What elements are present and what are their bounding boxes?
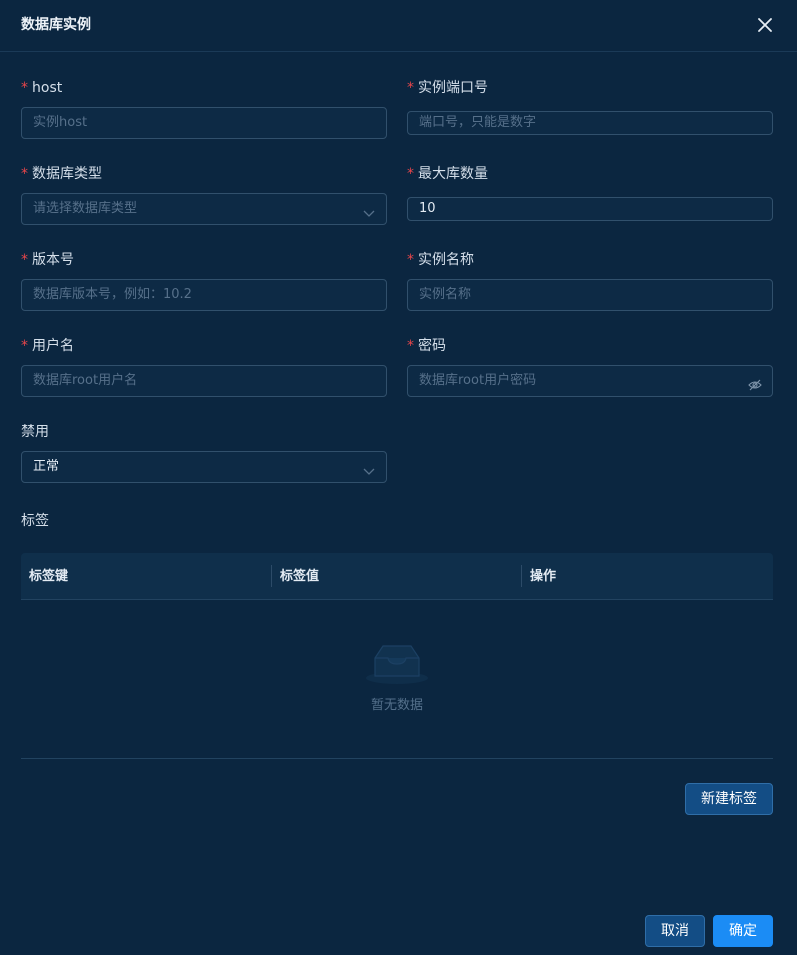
port-label: * 实例端口号 xyxy=(407,80,488,96)
tags-table-header: 标签键 标签值 操作 xyxy=(21,553,773,600)
disabled-label: 禁用 xyxy=(21,424,49,440)
cancel-button[interactable]: 取消 xyxy=(645,915,705,947)
inbox-icon xyxy=(364,640,430,686)
instance-name-placeholder: 实例名称 xyxy=(419,287,472,302)
confirm-button[interactable]: 确定 xyxy=(713,915,773,947)
dialog-title: 数据库实例 xyxy=(21,17,91,33)
password-input[interactable]: 数据库root用户密码 xyxy=(407,365,773,397)
db-type-placeholder: 请选择数据库类型 xyxy=(33,201,138,216)
password-placeholder: 数据库root用户密码 xyxy=(419,373,537,388)
db-type-label: * 数据库类型 xyxy=(21,166,102,182)
chevron-down-icon xyxy=(362,202,376,217)
instance-name-input[interactable]: 实例名称 xyxy=(407,279,773,311)
eye-off-icon[interactable] xyxy=(748,374,762,391)
host-label: * host xyxy=(21,80,63,96)
max-db-label: * 最大库数量 xyxy=(407,166,488,182)
dialog-header: 数据库实例 xyxy=(0,0,797,52)
disabled-select[interactable]: 正常 xyxy=(21,451,387,483)
column-header-key: 标签键 xyxy=(29,569,69,584)
close-icon[interactable] xyxy=(754,14,776,36)
username-placeholder: 数据库root用户名 xyxy=(33,373,138,388)
column-divider xyxy=(521,565,522,587)
version-label: * 版本号 xyxy=(21,252,74,268)
db-type-select[interactable]: 请选择数据库类型 xyxy=(21,193,387,225)
username-input[interactable]: 数据库root用户名 xyxy=(21,365,387,397)
version-input[interactable]: 数据库版本号，例如：10.2 xyxy=(21,279,387,311)
tags-label: 标签 xyxy=(21,513,49,529)
port-placeholder: 端口号，只能是数字 xyxy=(419,115,537,130)
add-tag-button[interactable]: 新建标签 xyxy=(685,783,773,815)
column-divider xyxy=(271,565,272,587)
disabled-value: 正常 xyxy=(33,459,60,474)
host-placeholder: 实例host xyxy=(33,115,88,130)
host-input[interactable]: 实例host xyxy=(21,107,387,139)
tags-table-empty: 暂无数据 xyxy=(21,600,773,759)
username-label: * 用户名 xyxy=(21,338,74,354)
chevron-down-icon xyxy=(362,460,376,475)
instance-name-label: * 实例名称 xyxy=(407,252,474,268)
column-header-value: 标签值 xyxy=(280,569,320,584)
max-db-value: 10 xyxy=(419,201,436,216)
empty-text: 暂无数据 xyxy=(370,698,423,713)
max-db-input[interactable]: 10 xyxy=(407,197,773,221)
port-input[interactable]: 端口号，只能是数字 xyxy=(407,111,773,135)
column-header-action: 操作 xyxy=(530,569,557,584)
version-placeholder: 数据库版本号，例如：10.2 xyxy=(33,287,192,302)
password-label: * 密码 xyxy=(407,338,446,354)
